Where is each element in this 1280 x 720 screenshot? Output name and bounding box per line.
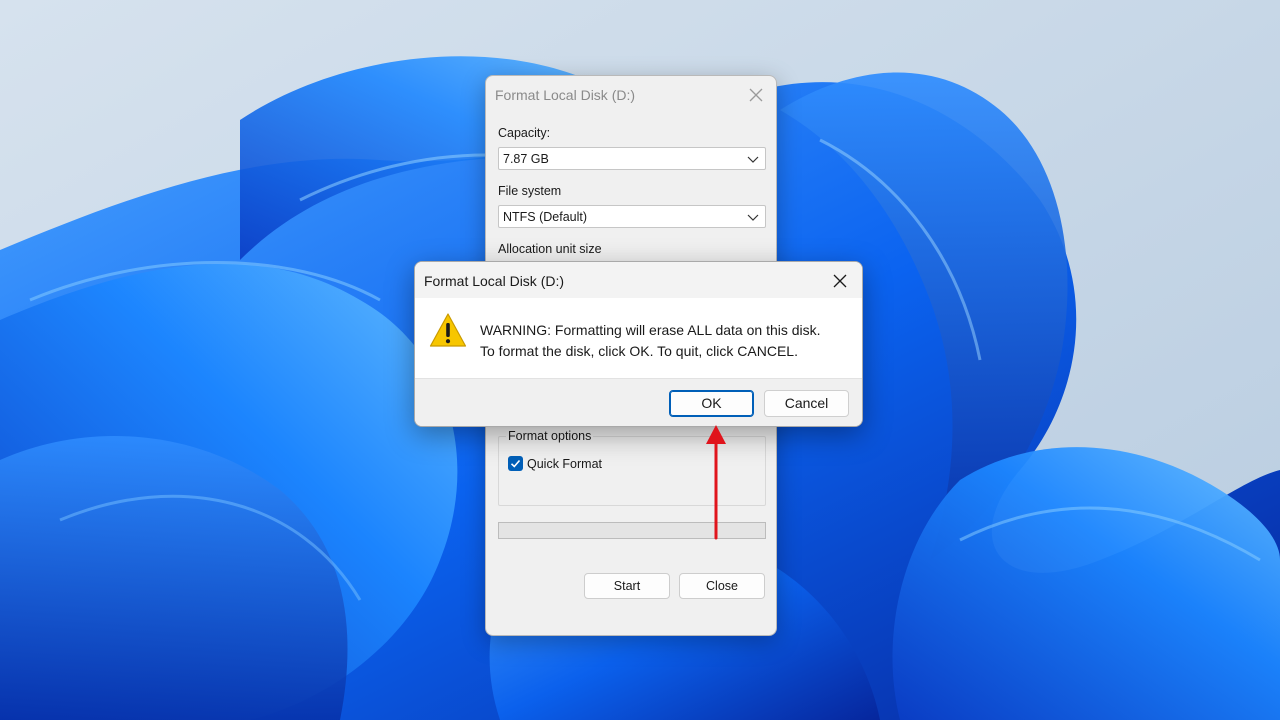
start-button[interactable]: Start xyxy=(584,573,670,599)
cancel-button[interactable]: Cancel xyxy=(764,390,849,417)
warning-body: WARNING: Formatting will erase ALL data … xyxy=(415,298,862,378)
format-options-title: Format options xyxy=(506,429,594,443)
file-system-value: NTFS (Default) xyxy=(503,210,588,224)
close-button[interactable]: Close xyxy=(679,573,765,599)
warning-dialog-title: Format Local Disk (D:) xyxy=(424,273,565,289)
format-dialog-title: Format Local Disk (D:) xyxy=(495,87,636,103)
chevron-down-icon xyxy=(747,156,759,163)
capacity-label: Capacity: xyxy=(498,126,551,140)
close-icon[interactable] xyxy=(830,271,850,291)
capacity-select[interactable]: 7.87 GB xyxy=(498,147,766,170)
warning-message: WARNING: Formatting will erase ALL data … xyxy=(480,320,821,361)
quick-format-checkbox[interactable] xyxy=(508,456,523,471)
close-icon[interactable] xyxy=(746,85,766,105)
red-arrow-annotation xyxy=(706,425,726,540)
allocation-unit-size-label: Allocation unit size xyxy=(498,242,602,256)
warning-message-line-2: To format the disk, click OK. To quit, c… xyxy=(480,342,798,359)
checkmark-icon xyxy=(510,459,521,468)
capacity-value: 7.87 GB xyxy=(503,152,549,166)
warning-icon xyxy=(429,313,467,347)
warning-footer: OK Cancel xyxy=(415,378,862,426)
warning-message-line-1: WARNING: Formatting will erase ALL data … xyxy=(480,322,821,338)
warning-titlebar: Format Local Disk (D:) xyxy=(415,262,862,298)
file-system-label: File system xyxy=(498,184,562,198)
quick-format-label: Quick Format xyxy=(527,457,603,471)
format-warning-dialog: Format Local Disk (D:) WARNING: Formatti… xyxy=(414,261,863,427)
ok-button[interactable]: OK xyxy=(669,390,754,417)
chevron-down-icon xyxy=(747,214,759,221)
file-system-select[interactable]: NTFS (Default) xyxy=(498,205,766,228)
